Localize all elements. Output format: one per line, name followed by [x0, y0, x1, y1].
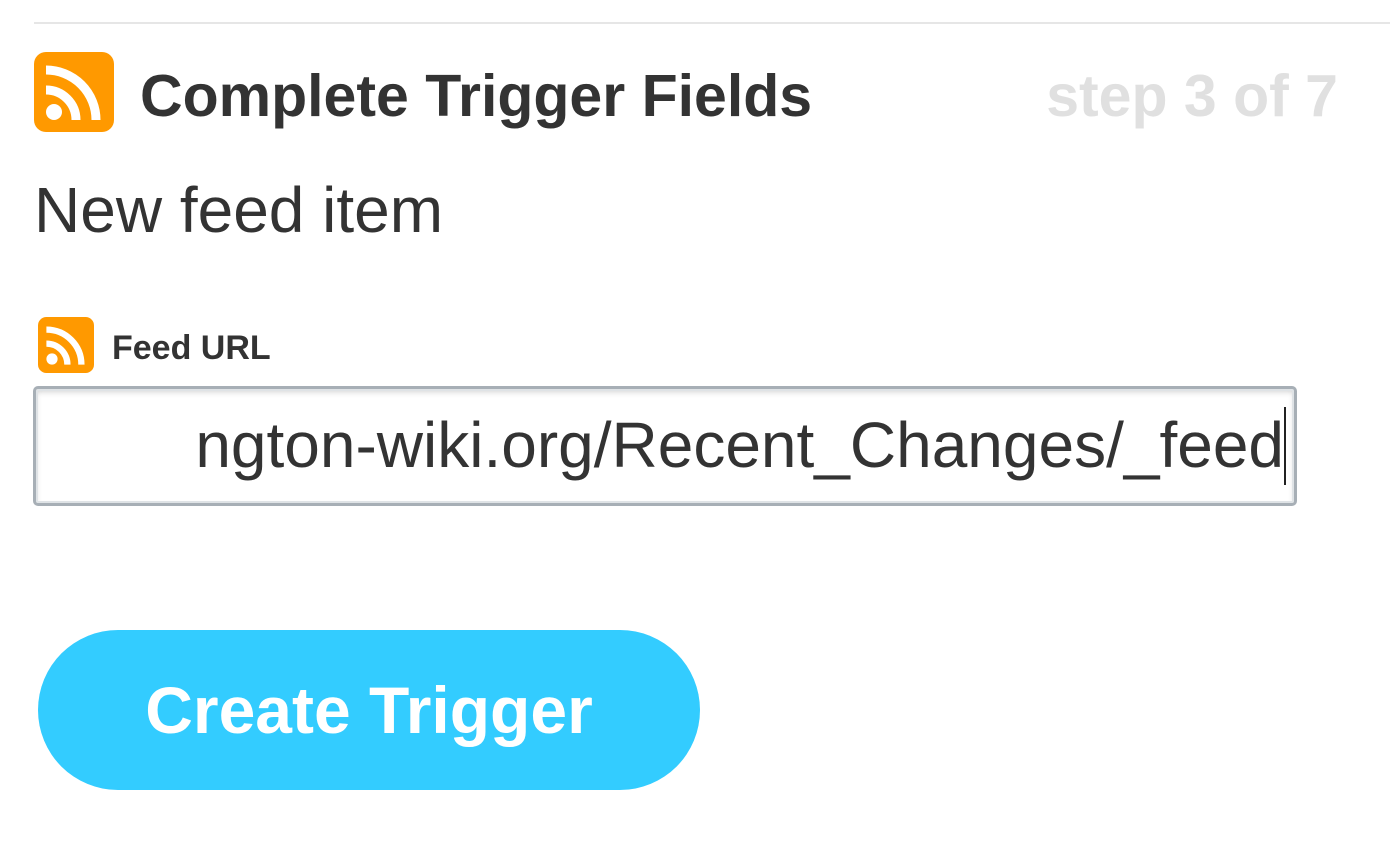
top-divider: [34, 22, 1390, 24]
step-indicator: step 3 of 7: [1046, 63, 1338, 129]
feed-url-label: Feed URL: [112, 329, 271, 367]
create-trigger-button[interactable]: Create Trigger: [38, 630, 700, 790]
page-title: Complete Trigger Fields: [140, 63, 813, 129]
create-trigger-page: Complete Trigger Fields step 3 of 7 New …: [0, 0, 1390, 854]
rss-icon: [34, 52, 114, 132]
feed-url-input[interactable]: ngton-wiki.org/Recent_Changes/_feed: [195, 403, 1284, 487]
trigger-name: New feed item: [34, 174, 444, 246]
text-caret: [1284, 407, 1286, 485]
feed-url-rss-icon: [38, 317, 94, 373]
feed-url-input-box[interactable]: ngton-wiki.org/Recent_Changes/_feed: [33, 386, 1297, 506]
